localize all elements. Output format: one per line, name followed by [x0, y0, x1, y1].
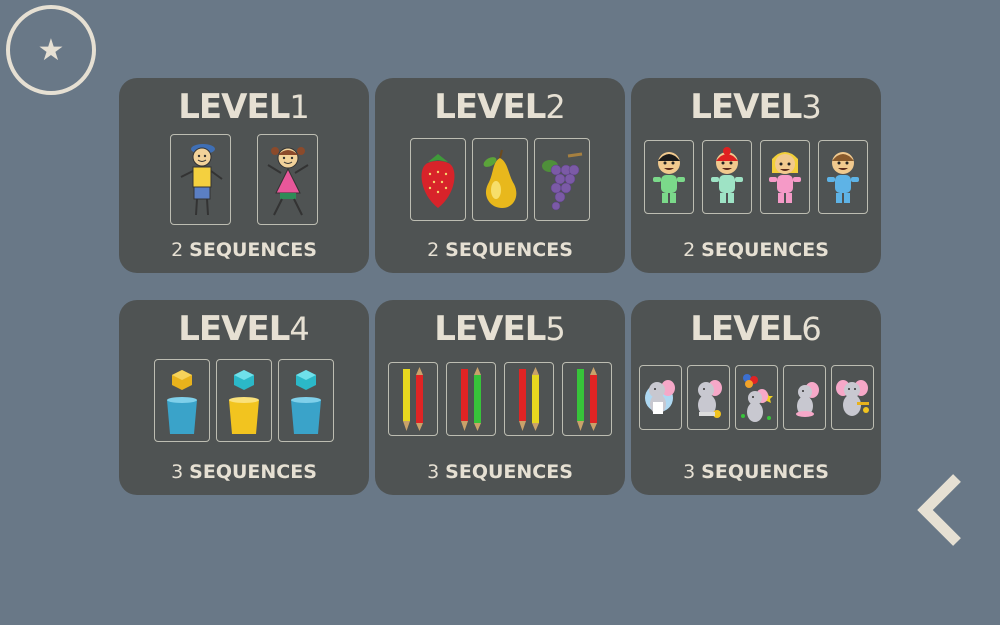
pear-icon	[483, 149, 517, 208]
thumbnail-grapes	[534, 138, 590, 221]
level-number: 2	[545, 88, 566, 126]
elephant-icon	[698, 379, 722, 418]
level-card-1[interactable]: LEVEL1 2 SEQUENCES	[119, 78, 369, 273]
level-word: LEVEL	[434, 87, 546, 127]
sequence-count-number: 3	[171, 461, 184, 483]
level-number: 4	[289, 310, 310, 348]
level-title: LEVEL4	[119, 308, 369, 350]
level-word: LEVEL	[178, 87, 290, 127]
pencils-green-red-icon	[577, 367, 597, 431]
sequence-count-number: 2	[683, 239, 696, 261]
sequence-label: SEQUENCES	[445, 461, 573, 483]
strawberry-icon	[421, 153, 455, 208]
thumbnail-pencils-4	[562, 362, 612, 436]
girl-icon	[266, 146, 309, 215]
sequence-count: 3 SEQUENCES	[375, 461, 625, 483]
thumbnail-elephant-4	[782, 365, 826, 430]
level-number: 3	[801, 88, 822, 126]
sequence-count-number: 2	[427, 239, 440, 261]
thumbnail-girl	[257, 134, 318, 225]
level-word: LEVEL	[178, 309, 290, 349]
level-card-2[interactable]: LEVEL2 2 SEQUENCES	[375, 78, 625, 273]
child-brown-hair-icon	[827, 152, 859, 203]
thumbnail-elephant-3	[734, 365, 778, 430]
level-card-4[interactable]: LEVEL4 3 SEQUENCES	[119, 300, 369, 495]
thumbnail-elephant-5	[830, 365, 874, 430]
pencils-yellow-red-icon	[403, 367, 423, 431]
thumbnail-strawberry	[410, 138, 466, 221]
sequence-label: SEQUENCES	[701, 239, 829, 261]
pencils-red-green-icon	[461, 367, 481, 431]
child-red-hair-icon	[711, 147, 743, 203]
level-card-3[interactable]: LEVEL3 2 SEQUENCES	[631, 78, 881, 273]
elephant-moon-icon	[788, 379, 819, 417]
sequence-count-number: 3	[683, 461, 696, 483]
sequence-count: 2 SEQUENCES	[119, 239, 369, 261]
chevron-left-icon	[917, 474, 961, 546]
cube-in-blue-cup-icon	[291, 369, 321, 434]
thumbnail-pencils-2	[446, 362, 496, 436]
level-number: 6	[801, 310, 822, 348]
level-title: LEVEL3	[631, 86, 881, 128]
sequence-count: 3 SEQUENCES	[631, 461, 881, 483]
level-title: LEVEL6	[631, 308, 881, 350]
elephant-icon	[645, 379, 675, 414]
grapes-icon	[542, 152, 583, 210]
child-blonde-hair-icon	[769, 152, 801, 203]
level-word: LEVEL	[690, 309, 802, 349]
thumbnail-cup-2	[216, 359, 272, 442]
level-card-6[interactable]: LEVEL6 3 SEQUENCES	[631, 300, 881, 495]
thumbnail-child-3	[760, 140, 810, 214]
favorites-button[interactable]: ★	[6, 5, 96, 95]
boy-icon	[180, 143, 223, 215]
level-title: LEVEL2	[375, 86, 625, 128]
back-button[interactable]	[912, 470, 972, 550]
sequence-count: 2 SEQUENCES	[375, 239, 625, 261]
thumbnail-child-2	[702, 140, 752, 214]
elephant-icon	[836, 379, 869, 416]
sequence-label: SEQUENCES	[189, 239, 317, 261]
thumbnail-boy	[170, 134, 231, 225]
sequence-label: SEQUENCES	[701, 461, 829, 483]
thumbnail-child-1	[644, 140, 694, 214]
level-title: LEVEL5	[375, 308, 625, 350]
thumbnail-cup-3	[278, 359, 334, 442]
level-number: 5	[545, 310, 566, 348]
pencils-red-yellow-icon	[519, 367, 539, 431]
thumbnail-cup-1	[154, 359, 210, 442]
cube-in-yellow-cup-icon	[229, 369, 259, 434]
level-number: 1	[289, 88, 310, 126]
level-word: LEVEL	[434, 309, 546, 349]
thumbnail-pear	[472, 138, 528, 221]
child-black-hair-icon	[653, 152, 685, 203]
star-icon: ★	[37, 32, 65, 68]
thumbnail-child-4	[818, 140, 868, 214]
sequence-label: SEQUENCES	[189, 461, 317, 483]
thumbnail-elephant-2	[686, 365, 730, 430]
level-word: LEVEL	[690, 87, 802, 127]
level-title: LEVEL1	[119, 86, 369, 128]
sequence-count: 3 SEQUENCES	[119, 461, 369, 483]
level-card-5[interactable]: LEVEL5 3 SEQUENCES	[375, 300, 625, 495]
sequence-label: SEQUENCES	[445, 239, 573, 261]
thumbnail-elephant-1	[638, 365, 682, 430]
sequence-count-number: 3	[427, 461, 440, 483]
thumbnail-pencils-1	[388, 362, 438, 436]
elephant-balloons-icon	[741, 373, 773, 422]
cube-in-blue-cup-icon	[167, 369, 197, 434]
sequence-count: 2 SEQUENCES	[631, 239, 881, 261]
thumbnail-pencils-3	[504, 362, 554, 436]
sequence-count-number: 2	[171, 239, 184, 261]
